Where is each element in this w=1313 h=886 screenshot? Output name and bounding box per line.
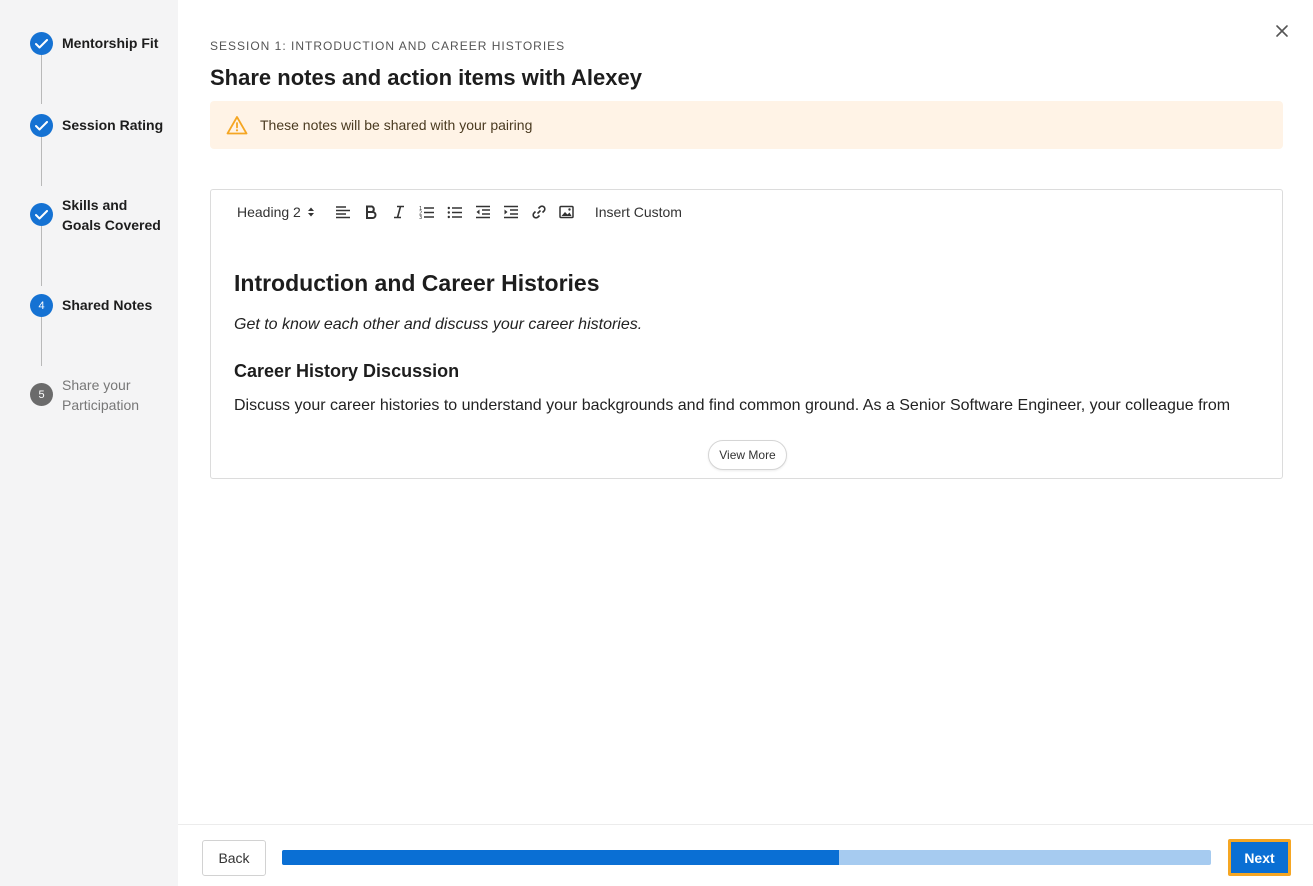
warning-icon <box>226 116 248 135</box>
indent-button[interactable] <box>497 202 525 222</box>
step-session-rating[interactable]: Session Rating <box>30 114 163 137</box>
progress-bar <box>282 850 1211 865</box>
image-button[interactable] <box>553 202 581 222</box>
back-button[interactable]: Back <box>202 840 266 876</box>
step-share-participation[interactable]: 5 Share your Participation <box>30 374 170 415</box>
heading-select-value: Heading 2 <box>237 204 301 220</box>
footer-bar: Back Next <box>178 824 1313 886</box>
align-left-icon <box>335 206 350 219</box>
step-shared-notes[interactable]: 4 Shared Notes <box>30 294 152 317</box>
insert-custom-button[interactable]: Insert Custom <box>595 204 682 220</box>
editor-content[interactable]: Introduction and Career Histories Get to… <box>234 270 1264 415</box>
step-label: Share your Participation <box>62 377 140 413</box>
heading-select[interactable]: Heading 2 <box>237 204 315 220</box>
step-connector <box>41 55 42 104</box>
view-more-button[interactable]: View More <box>708 440 787 470</box>
check-icon <box>30 32 53 55</box>
step-label: Shared Notes <box>62 297 153 313</box>
indent-icon <box>503 205 518 219</box>
italic-icon <box>393 205 404 219</box>
step-skills-goals[interactable]: Skills and Goals Covered <box>30 194 170 235</box>
step-label: Mentorship Fit <box>62 35 159 51</box>
content-body: Discuss your career histories to underst… <box>234 397 1231 414</box>
close-icon <box>1276 25 1288 37</box>
sort-arrows-icon <box>307 206 315 218</box>
outdent-button[interactable] <box>469 202 497 222</box>
step-connector <box>41 226 42 286</box>
bold-button[interactable] <box>357 202 385 222</box>
bullet-list-button[interactable] <box>441 202 469 222</box>
editor-toolbar: Heading 2 1 2 3 Insert Custom <box>237 202 682 222</box>
content-heading: Introduction and Career Histories <box>234 270 600 296</box>
progress-sidebar: Mentorship Fit Session Rating Skills and… <box>0 0 178 886</box>
page-title: Share notes and action items with Alexey <box>210 65 642 90</box>
align-left-button[interactable] <box>329 202 357 222</box>
session-label: SESSION 1: INTRODUCTION AND CAREER HISTO… <box>210 39 566 53</box>
step-number: 4 <box>30 294 53 317</box>
outdent-icon <box>475 205 490 219</box>
link-button[interactable] <box>525 202 553 222</box>
image-icon <box>559 205 575 219</box>
check-icon <box>30 203 53 226</box>
content-subheading: Career History Discussion <box>234 361 460 381</box>
next-button[interactable]: Next <box>1228 839 1291 876</box>
check-icon <box>30 114 53 137</box>
step-label: Skills and Goals Covered <box>62 197 161 233</box>
rich-text-editor[interactable]: Heading 2 1 2 3 Insert Custom Introducti… <box>210 189 1283 479</box>
link-icon <box>532 205 546 219</box>
step-label: Session Rating <box>62 117 164 133</box>
progress-fill <box>282 850 840 865</box>
close-button[interactable] <box>1273 22 1291 40</box>
bold-icon <box>365 205 377 219</box>
bullet-list-icon <box>447 206 462 219</box>
step-number: 5 <box>30 383 53 406</box>
step-connector <box>41 317 42 366</box>
warning-text: These notes will be shared with your pai… <box>260 117 533 133</box>
warning-banner: These notes will be shared with your pai… <box>210 101 1283 149</box>
step-connector <box>41 137 42 186</box>
step-mentorship-fit[interactable]: Mentorship Fit <box>30 32 158 55</box>
ordered-list-button[interactable]: 1 2 3 <box>413 202 441 222</box>
ordered-list-icon: 1 2 3 <box>419 206 434 219</box>
svg-text:3: 3 <box>419 215 422 219</box>
content-subtitle: Get to know each other and discuss your … <box>234 316 643 333</box>
italic-button[interactable] <box>385 202 413 222</box>
